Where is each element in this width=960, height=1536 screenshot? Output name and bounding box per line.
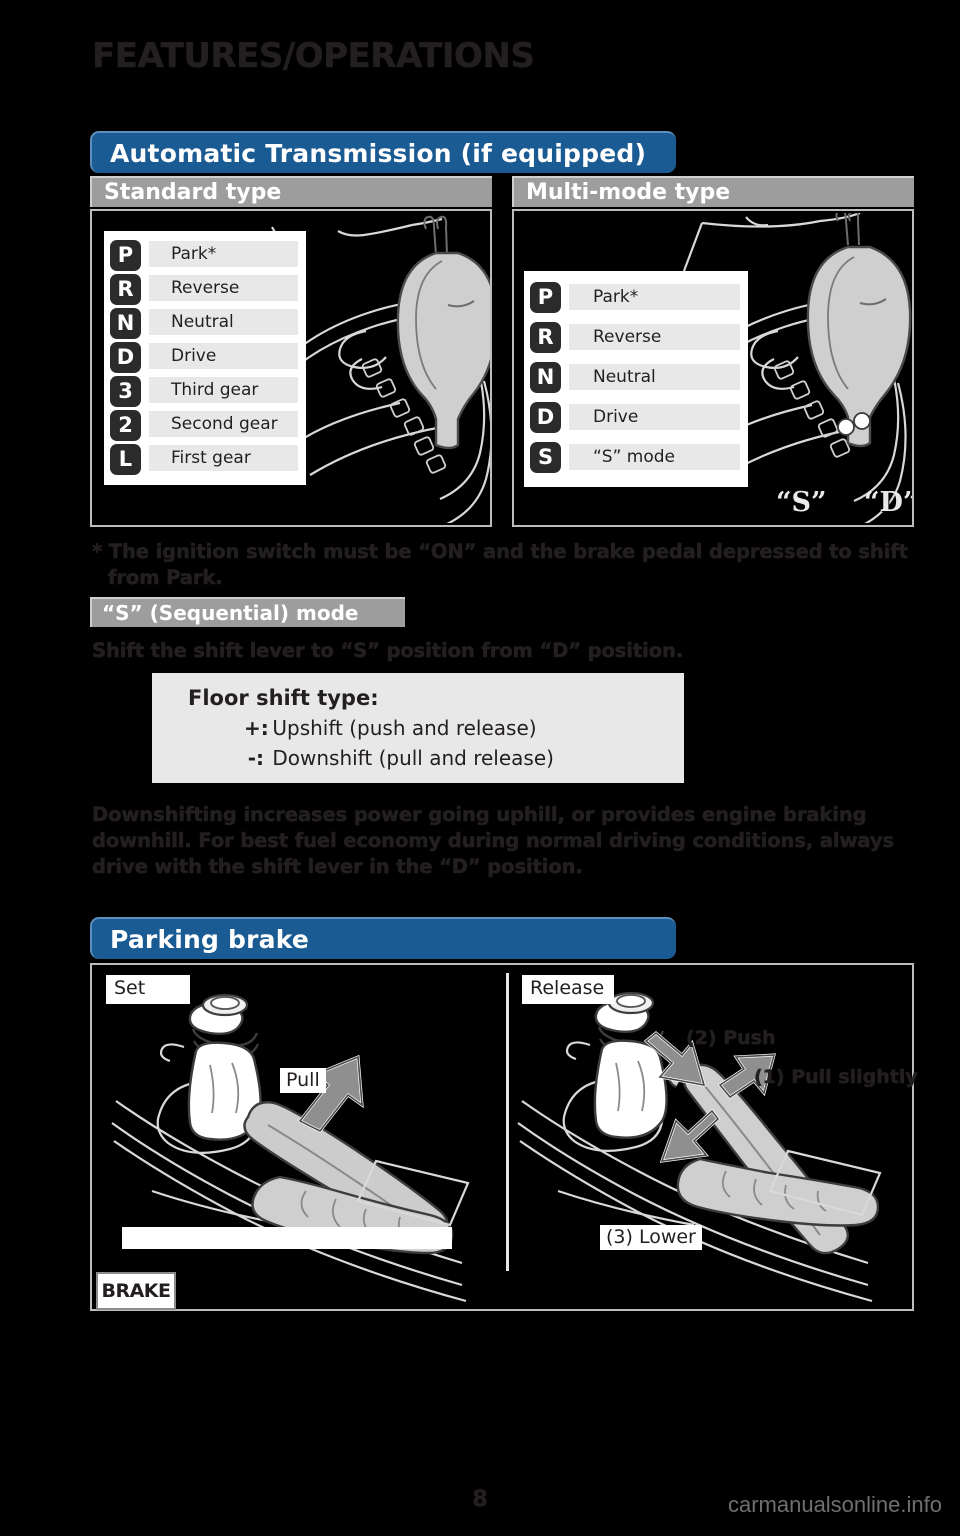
footnote-line-2: from Park.: [108, 566, 223, 590]
gear-label: First gear: [149, 445, 298, 471]
gear-row: 2 Second gear: [110, 407, 298, 441]
subheader-label: “S” (Sequential) mode: [102, 601, 359, 625]
brake-indicator-label: BRAKE: [101, 1279, 171, 1302]
section-header-label: Parking brake: [110, 924, 310, 954]
gear-row: D Drive: [110, 339, 298, 373]
gear-label: Third gear: [149, 377, 298, 403]
gear-badge: D: [110, 342, 141, 373]
gear-badge: L: [110, 444, 141, 475]
callout-push: (2) Push: [686, 1027, 776, 1050]
floor-shift-downshift-line: -: Downshift (pull and release): [188, 743, 684, 773]
floor-shift-upshift-line: +: Upshift (push and release): [188, 713, 684, 743]
gear-label: Drive: [569, 404, 740, 430]
gear-badge: R: [110, 274, 141, 305]
gear-row: R Reverse: [110, 271, 298, 305]
gear-row: P Park*: [110, 237, 298, 271]
gear-row: D Drive: [530, 397, 740, 437]
brake-indicator-backdrop: [122, 1227, 452, 1249]
callout-pull-slightly: (1) Pull slightly: [754, 1066, 918, 1089]
illustration-panel-parking-brake: Set Release: [90, 963, 914, 1311]
gear-row: R Reverse: [530, 317, 740, 357]
gear-label: Park*: [149, 241, 298, 267]
downshifting-paragraph: Downshifting increases power going uphil…: [92, 803, 895, 879]
gate-marker-d: “D”: [864, 487, 914, 518]
gear-badge: S: [530, 441, 561, 473]
floor-shift-title: Floor shift type:: [188, 686, 379, 710]
parking-brake-release-tag: Release: [522, 975, 615, 1004]
subheader-sequential-mode: “S” (Sequential) mode: [90, 597, 405, 627]
gear-label: Neutral: [569, 364, 740, 390]
footnote-line-1: * The ignition switch must be “ON” and t…: [92, 540, 909, 564]
parking-brake-set-drawing: [111, 993, 470, 1303]
sequential-mode-instruction: Shift the shift lever to “S” position fr…: [92, 639, 684, 663]
page-title: FEATURES/OPERATIONS: [92, 36, 535, 76]
gear-badge: D: [530, 401, 561, 433]
gear-badge: 3: [110, 376, 141, 407]
gear-badge: P: [530, 281, 561, 313]
gear-label: Neutral: [149, 309, 298, 335]
gear-row: L First gear: [110, 441, 298, 475]
callout-lower: (3) Lower: [600, 1225, 702, 1250]
gear-badge: 2: [110, 410, 141, 441]
section-header-automatic-transmission: Automatic Transmission (if equipped): [90, 131, 676, 173]
parking-brake-set-illustration: Set: [92, 965, 506, 1309]
downshift-symbol: -:: [247, 746, 264, 770]
footnote: * The ignition switch must be “ON” and t…: [92, 539, 932, 591]
gear-label: Second gear: [149, 411, 298, 437]
gear-badge: N: [530, 361, 561, 393]
gear-position-legend-standard: P Park* R Reverse N Neutral D Drive 3 Th…: [104, 231, 306, 485]
gear-label: Drive: [149, 343, 298, 369]
upshift-symbol: +:: [244, 716, 269, 740]
subheader-label: Multi-mode type: [526, 179, 731, 205]
parking-brake-release-drawing: [517, 991, 882, 1303]
gear-badge: N: [110, 308, 141, 339]
subheader-standard-type: Standard type: [90, 176, 492, 207]
gear-row: N Neutral: [530, 357, 740, 397]
gear-row: P Park*: [530, 277, 740, 317]
section-header-parking-brake: Parking brake: [90, 917, 676, 959]
illustration-panel-multi-mode-type: “S” “D” P Park* R Reverse N Neutral D Dr…: [512, 209, 914, 527]
parking-brake-release-illustration: Release: [508, 965, 912, 1309]
gear-label: “S” mode: [569, 444, 740, 470]
section-header-label: Automatic Transmission (if equipped): [110, 138, 647, 168]
subheader-label: Standard type: [104, 179, 282, 205]
downshift-text: Downshift (pull and release): [272, 746, 554, 770]
parking-brake-set-tag: Set: [106, 975, 190, 1004]
brake-indicator-lamp: BRAKE: [96, 1272, 176, 1310]
gear-position-legend-multi-mode: P Park* R Reverse N Neutral D Drive S “S…: [524, 271, 748, 487]
gate-marker-s: “S”: [776, 487, 827, 518]
callout-pull: Pull: [280, 1068, 326, 1093]
illustration-panel-standard-type: P Park* R Reverse N Neutral D Drive 3 Th…: [90, 209, 492, 527]
gear-row: N Neutral: [110, 305, 298, 339]
gear-label: Reverse: [149, 275, 298, 301]
gear-badge: R: [530, 321, 561, 353]
subheader-multi-mode-type: Multi-mode type: [512, 176, 914, 207]
manual-page: FEATURES/OPERATIONS Automatic Transmissi…: [0, 0, 960, 1536]
gear-row: S “S” mode: [530, 437, 740, 477]
gear-row: 3 Third gear: [110, 373, 298, 407]
floor-shift-type-box: Floor shift type: +: Upshift (push and r…: [152, 673, 684, 783]
site-watermark: carmanualsonline.info: [727, 1492, 942, 1517]
upshift-text: Upshift (push and release): [272, 716, 537, 740]
gear-label: Reverse: [569, 324, 740, 350]
gear-badge: P: [110, 240, 141, 271]
gear-label: Park*: [569, 284, 740, 310]
